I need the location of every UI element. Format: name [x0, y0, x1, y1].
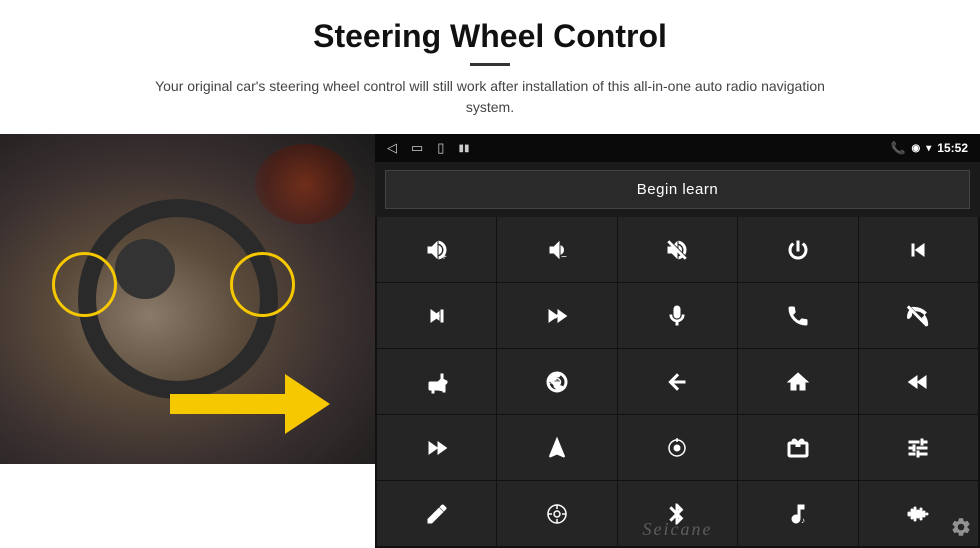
android-screen: ◁ ▭ ▯ ▮▮ 📞 ◉ ▾ 15:52 Begin learn	[375, 134, 980, 548]
begin-learn-button[interactable]: Begin learn	[385, 170, 970, 209]
vol-up-button[interactable]: +	[377, 217, 496, 282]
svg-text:+: +	[441, 252, 447, 262]
clock: 15:52	[937, 141, 968, 155]
back-nav-button[interactable]	[618, 349, 737, 414]
steering-wheel-image	[0, 134, 375, 464]
navigation-icon	[545, 436, 569, 460]
title-divider	[470, 63, 510, 66]
source-button[interactable]	[618, 415, 737, 480]
home-nav-button[interactable]	[738, 349, 857, 414]
fast-forward-button[interactable]	[497, 283, 616, 348]
settings-circle-icon	[545, 502, 569, 526]
page-container: Steering Wheel Control Your original car…	[0, 0, 980, 548]
vol-down-button[interactable]: −	[497, 217, 616, 282]
source-icon	[665, 436, 689, 460]
fast-forward-icon	[545, 304, 569, 328]
subtitle: Your original car's steering wheel contr…	[140, 76, 840, 118]
next-track-icon	[425, 304, 449, 328]
next-track-button[interactable]	[377, 283, 496, 348]
mute-button[interactable]	[618, 217, 737, 282]
prev-track-button[interactable]	[859, 217, 978, 282]
bluetooth-button[interactable]	[618, 481, 737, 546]
music-note-button[interactable]: ♪	[738, 481, 857, 546]
pen-button[interactable]	[377, 481, 496, 546]
steering-bg	[0, 134, 375, 464]
music-note-icon: ♪	[786, 502, 810, 526]
skip-fwd-icon	[425, 436, 449, 460]
yellow-arrow	[170, 374, 330, 434]
wheel-center	[115, 239, 175, 299]
gauge-glow	[255, 144, 355, 224]
skip-fwd-button[interactable]	[377, 415, 496, 480]
pen-icon	[425, 502, 449, 526]
call-icon	[786, 304, 810, 328]
equalizer-button[interactable]	[859, 415, 978, 480]
phone-status-icon: 📞	[891, 141, 906, 155]
vol-up-icon: +	[425, 238, 449, 262]
begin-learn-row: Begin learn	[375, 162, 980, 217]
power-icon	[786, 238, 810, 262]
power-button[interactable]	[738, 217, 857, 282]
camera-360-icon: 360°	[545, 370, 569, 394]
bluetooth-icon	[665, 502, 689, 526]
horn-button[interactable]	[377, 349, 496, 414]
waveform-icon	[906, 502, 930, 526]
arrow-head	[285, 374, 330, 434]
volume-status-icon: ▮▮	[458, 143, 469, 154]
hang-up-button[interactable]	[859, 283, 978, 348]
arrow-body	[170, 394, 290, 414]
equalizer-icon	[906, 436, 930, 460]
navigation-button[interactable]	[497, 415, 616, 480]
recent-icon[interactable]: ▯	[437, 140, 444, 156]
gear-settings-button[interactable]	[950, 516, 972, 544]
header-section: Steering Wheel Control Your original car…	[0, 0, 980, 128]
back-arrow-icon[interactable]: ◁	[387, 140, 397, 156]
horn-icon	[425, 370, 449, 394]
highlight-circle-right	[230, 252, 295, 317]
hang-up-icon	[906, 304, 930, 328]
page-title: Steering Wheel Control	[60, 18, 920, 55]
highlight-circle-left	[52, 252, 117, 317]
svg-text:360°: 360°	[549, 380, 559, 386]
settings-circle-button[interactable]	[497, 481, 616, 546]
home-icon[interactable]: ▭	[411, 140, 423, 156]
camera-360-button[interactable]: 360°	[497, 349, 616, 414]
mic-icon	[665, 304, 689, 328]
radio-button[interactable]	[738, 415, 857, 480]
call-button[interactable]	[738, 283, 857, 348]
content-section: ◁ ▭ ▯ ▮▮ 📞 ◉ ▾ 15:52 Begin learn	[0, 134, 980, 548]
status-left: ◁ ▭ ▯ ▮▮	[387, 140, 469, 156]
mute-icon	[665, 238, 689, 262]
svg-text:−: −	[561, 252, 567, 262]
gear-icon	[950, 516, 972, 538]
location-status-icon: ◉	[912, 143, 921, 154]
status-right: 📞 ◉ ▾ 15:52	[891, 141, 968, 155]
rewind-button[interactable]	[859, 349, 978, 414]
prev-track-icon	[906, 238, 930, 262]
vol-down-icon: −	[545, 238, 569, 262]
rewind-icon	[906, 370, 930, 394]
mic-button[interactable]	[618, 283, 737, 348]
status-bar: ◁ ▭ ▯ ▮▮ 📞 ◉ ▾ 15:52	[375, 134, 980, 162]
wifi-status-icon: ▾	[926, 143, 931, 154]
back-nav-icon	[665, 370, 689, 394]
home-nav-icon	[786, 370, 810, 394]
svg-text:♪: ♪	[801, 516, 805, 525]
control-grid: + −	[375, 217, 980, 548]
radio-icon	[786, 436, 810, 460]
